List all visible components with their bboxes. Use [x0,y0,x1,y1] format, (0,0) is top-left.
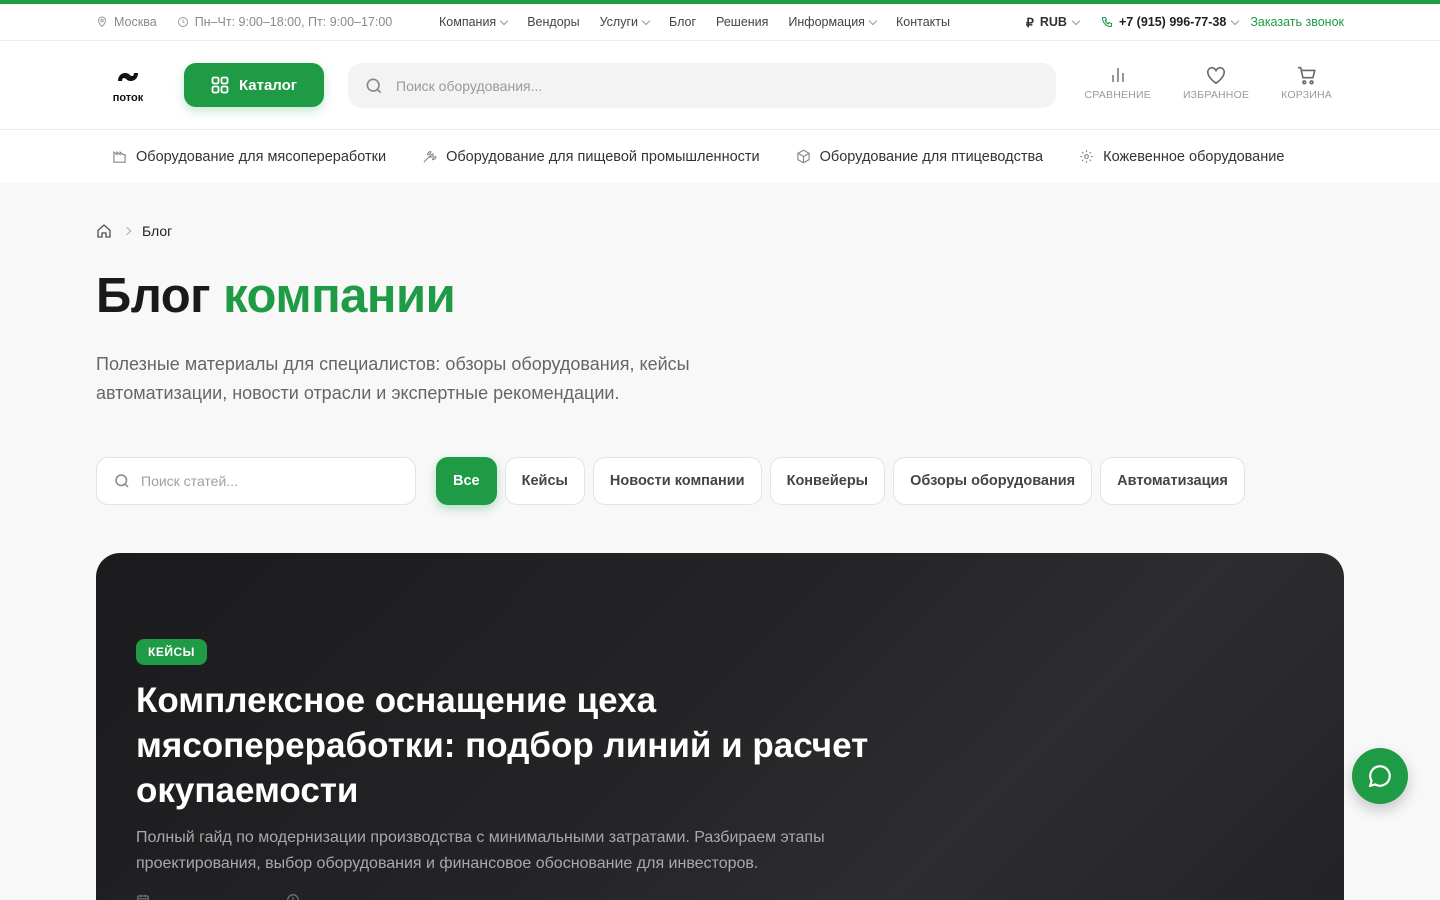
compare-button[interactable]: СРАВНЕНИЕ [1085,65,1151,101]
featured-article-excerpt: Полный гайд по модернизации производства… [136,829,825,872]
filter-chip-reviews[interactable]: Обзоры оборудования [893,457,1093,505]
calendar-icon [137,894,149,900]
chevron-down-icon [499,16,509,25]
category-label: Оборудование для мясопереработки [136,148,387,165]
nav-label: Контакты [895,15,950,29]
nav-label: Решения [716,15,769,29]
clock-icon [287,894,299,900]
top-nav: Компания Вендоры Услуги Блог Решения Инф… [439,15,950,29]
catalog-label: Каталог [238,76,298,94]
featured-article-card[interactable]: КЕЙСЫ Комплексное оснащение цеха мясопер… [96,553,1344,900]
filter-chip-conveyors[interactable]: Конвейеры [769,457,886,505]
blog-filters: Все Кейсы Новости компании Конвейеры Обз… [96,457,1245,505]
cart-button[interactable]: КОРЗИНА [1281,65,1332,101]
nav-item-blog[interactable]: Блог [669,15,696,29]
nav-label: Услуги [599,15,639,29]
cart-icon [1297,66,1316,85]
logo-mark-icon [118,73,138,81]
gear-icon [1080,150,1093,163]
nav-label: Блог [669,15,697,29]
top-bar: Москва Пн–Чт: 9:00–18:00, Пт: 9:00–17:00… [0,4,1440,41]
header-actions: СРАВНЕНИЕ ИЗБРАННОЕ КОРЗИНА [1085,65,1332,101]
category-leather[interactable]: Кожевенное оборудование [1079,149,1284,165]
chevron-down-icon [1231,16,1240,25]
location-pin-icon [97,16,107,28]
chat-button[interactable] [1352,748,1408,804]
box-icon [796,149,810,164]
wheat-icon [423,150,437,163]
search-icon [366,78,382,93]
chat-bubble-icon [1368,765,1391,788]
bar-chart-icon [1111,68,1124,82]
nav-label: Вендоры [527,15,580,29]
nav-label: Компания [439,15,497,29]
heart-icon [1207,66,1226,85]
favorites-label: ИЗБРАННОЕ [1182,89,1250,101]
city-label: Москва [114,15,157,29]
category-poultry[interactable]: Оборудование для птицеводства [796,148,1044,165]
filter-chip-cases[interactable]: Кейсы [504,457,585,505]
cart-label: КОРЗИНА [1281,89,1332,101]
chevron-right-icon [122,226,132,236]
chevron-down-icon [868,16,878,25]
main-header: поток Каталог СРАВНЕНИЕ ИЗБРАННОЕ КОРЗИН… [0,41,1440,130]
breadcrumb: Блог [96,223,172,239]
breadcrumb-current: Блог [142,223,173,239]
nav-item-info[interactable]: Информация [788,15,878,29]
home-icon[interactable] [96,223,112,239]
nav-item-contacts[interactable]: Контакты [896,15,950,29]
compare-label: СРАВНЕНИЕ [1084,89,1151,101]
page-subtitle: Полезные материалы для специалистов: обз… [96,354,690,403]
page-title-accent: компании [223,269,456,323]
equipment-search-input[interactable] [396,77,996,94]
nav-label: Информация [788,15,865,29]
article-search-input[interactable] [141,473,391,489]
category-bar: Оборудование для мясопереработки Оборудо… [0,130,1440,183]
category-label: Оборудование для пищевой промышленности [446,148,760,165]
hours-label: Пн–Чт: 9:00–18:00, Пт: 9:00–17:00 [194,15,393,29]
chevron-down-icon [1071,16,1081,25]
category-food[interactable]: Оборудование для пищевой промышленности [422,149,760,165]
phone-icon [1101,16,1112,28]
category-label: Кожевенное оборудование [1103,148,1285,165]
featured-article-title[interactable]: Комплексное оснащение цеха мясопереработ… [136,678,936,813]
equipment-search [348,63,1056,108]
chevron-down-icon [641,16,651,25]
ruble-icon: ₽ [1025,15,1034,30]
favorites-button[interactable]: ИЗБРАННОЕ [1183,65,1249,101]
nav-item-solutions[interactable]: Решения [716,15,768,29]
filter-chip-all[interactable]: Все [436,457,497,505]
grid-icon [211,76,229,94]
phone-number: +7 (915) 996-77-38 [1118,15,1227,29]
clock-icon [177,17,188,27]
page-title-main: Блог [96,269,211,323]
nav-item-company[interactable]: Компания [439,15,509,29]
logo-text: поток [112,92,144,104]
article-category-badge: КЕЙСЫ [136,639,207,665]
page-title: Блог компании [96,268,456,324]
nav-item-vendors[interactable]: Вендоры [527,15,579,29]
search-icon [115,474,129,488]
city-selector[interactable]: Москва [96,15,157,29]
article-meta [136,893,300,900]
nav-item-services[interactable]: Услуги [599,15,651,29]
currency-selector[interactable]: ₽ RUB [1025,15,1081,30]
phone-link[interactable]: +7 (915) 996-77-38 [1101,15,1240,29]
logo[interactable]: поток [110,67,146,104]
category-meat[interactable]: Оборудование для мясопереработки [112,149,386,165]
working-hours: Пн–Чт: 9:00–18:00, Пт: 9:00–17:00 [177,15,393,29]
catalog-button[interactable]: Каталог [184,63,324,107]
article-search [96,457,416,505]
currency-label: RUB [1039,15,1067,29]
filter-chip-automation[interactable]: Автоматизация [1100,457,1245,505]
filter-chip-news[interactable]: Новости компании [592,457,762,505]
factory-icon [113,150,126,163]
category-label: Оборудование для птицеводства [819,148,1044,165]
callback-link[interactable]: Заказать звонок [1250,15,1344,29]
